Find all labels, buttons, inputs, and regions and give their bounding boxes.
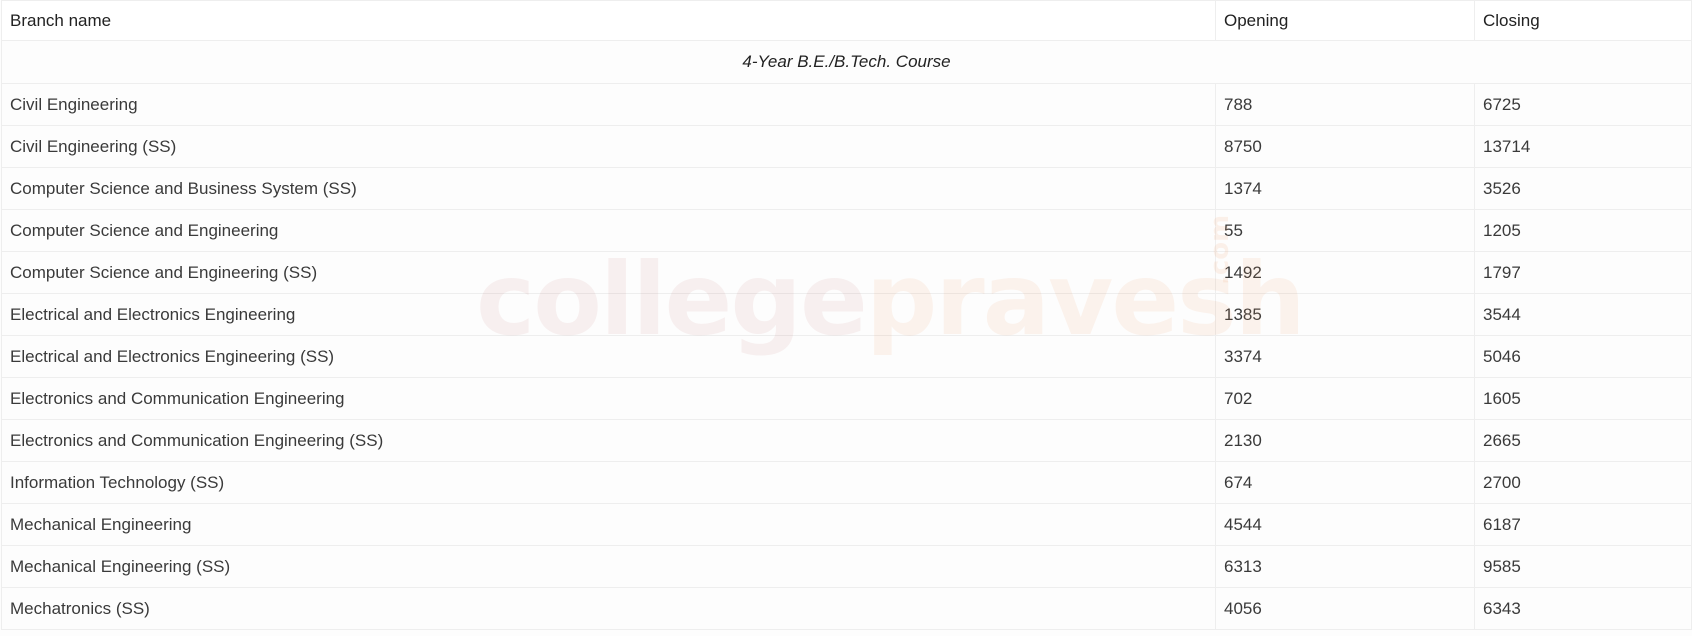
cell-opening: 1492: [1215, 251, 1475, 294]
column-header-closing: Closing: [1474, 0, 1692, 41]
cell-closing: 6187: [1474, 503, 1692, 546]
table-row: Mechatronics (SS) 4056 6343: [1, 587, 1692, 630]
cell-branch: Mechanical Engineering (SS): [1, 545, 1216, 588]
table-row: Information Technology (SS) 674 2700: [1, 461, 1692, 504]
table-row: Electrical and Electronics Engineering (…: [1, 335, 1692, 378]
cell-closing: 2665: [1474, 419, 1692, 462]
cell-branch: Electrical and Electronics Engineering (…: [1, 335, 1216, 378]
table-row: Mechanical Engineering (SS) 6313 9585: [1, 545, 1692, 588]
cell-opening: 702: [1215, 377, 1475, 420]
cell-branch: Information Technology (SS): [1, 461, 1216, 504]
cell-closing: 6725: [1474, 83, 1692, 126]
cell-opening: 2130: [1215, 419, 1475, 462]
cell-opening: 55: [1215, 209, 1475, 252]
cell-closing: 2700: [1474, 461, 1692, 504]
cell-opening: 4544: [1215, 503, 1475, 546]
cutoff-table: Branch name Opening Closing 4-Year B.E./…: [1, 0, 1692, 630]
section-label: 4-Year B.E./B.Tech. Course: [1, 40, 1692, 84]
table-row: Computer Science and Engineering 55 1205: [1, 209, 1692, 252]
cell-branch: Civil Engineering: [1, 83, 1216, 126]
cell-branch: Computer Science and Engineering (SS): [1, 251, 1216, 294]
cell-closing: 5046: [1474, 335, 1692, 378]
cell-closing: 1797: [1474, 251, 1692, 294]
cell-branch: Computer Science and Business System (SS…: [1, 167, 1216, 210]
cell-opening: 788: [1215, 83, 1475, 126]
cell-closing: 6343: [1474, 587, 1692, 630]
cell-branch: Electrical and Electronics Engineering: [1, 293, 1216, 336]
cell-branch: Mechanical Engineering: [1, 503, 1216, 546]
table-row: Civil Engineering (SS) 8750 13714: [1, 125, 1692, 168]
cell-opening: 3374: [1215, 335, 1475, 378]
table-row: Computer Science and Business System (SS…: [1, 167, 1692, 210]
cell-closing: 1605: [1474, 377, 1692, 420]
cutoff-table-container: Branch name Opening Closing 4-Year B.E./…: [0, 0, 1692, 636]
section-row: 4-Year B.E./B.Tech. Course: [1, 40, 1692, 84]
table-header-row: Branch name Opening Closing: [1, 0, 1692, 41]
cell-opening: 6313: [1215, 545, 1475, 588]
cell-branch: Electronics and Communication Engineerin…: [1, 377, 1216, 420]
table-row: Mechanical Engineering 4544 6187: [1, 503, 1692, 546]
table-row: Civil Engineering 788 6725: [1, 83, 1692, 126]
cell-opening: 8750: [1215, 125, 1475, 168]
cell-opening: 1385: [1215, 293, 1475, 336]
cell-opening: 4056: [1215, 587, 1475, 630]
table-row: Computer Science and Engineering (SS) 149…: [1, 251, 1692, 294]
cell-closing: 3544: [1474, 293, 1692, 336]
column-header-branch: Branch name: [1, 0, 1216, 41]
cell-branch: Computer Science and Engineering: [1, 209, 1216, 252]
cell-closing: 3526: [1474, 167, 1692, 210]
cell-branch: Mechatronics (SS): [1, 587, 1216, 630]
column-header-opening: Opening: [1215, 0, 1475, 41]
cell-closing: 1205: [1474, 209, 1692, 252]
cell-closing: 13714: [1474, 125, 1692, 168]
table-row: Electronics and Communication Engineerin…: [1, 419, 1692, 462]
cell-opening: 674: [1215, 461, 1475, 504]
cell-branch: Civil Engineering (SS): [1, 125, 1216, 168]
table-row: Electrical and Electronics Engineering 13…: [1, 293, 1692, 336]
table-row: Electronics and Communication Engineerin…: [1, 377, 1692, 420]
cell-closing: 9585: [1474, 545, 1692, 588]
cell-opening: 1374: [1215, 167, 1475, 210]
cell-branch: Electronics and Communication Engineerin…: [1, 419, 1216, 462]
